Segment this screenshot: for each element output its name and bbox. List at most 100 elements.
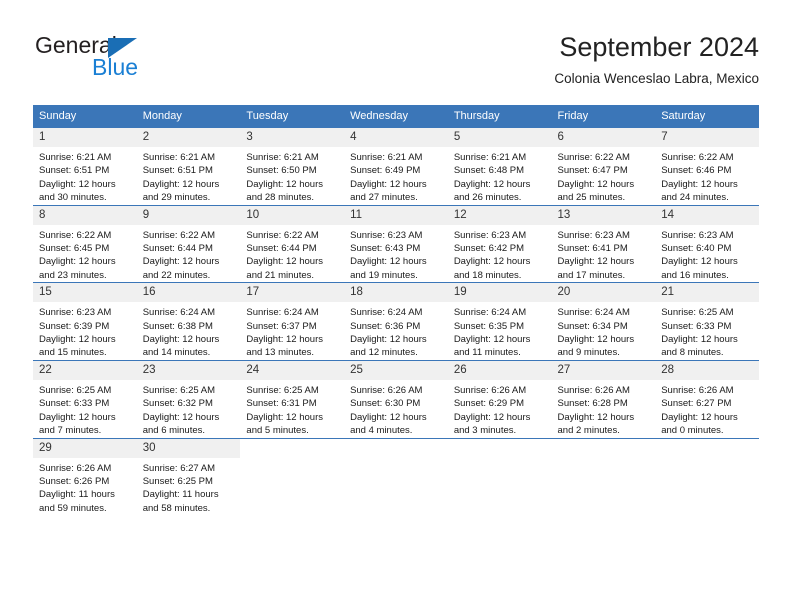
day-details: Sunrise: 6:27 AM Sunset: 6:25 PM Daylight:…: [137, 458, 241, 516]
day-cell[interactable]: 28 Sunrise: 6:26 AM Sunset: 6:27 PM Dayligh…: [655, 359, 759, 438]
sunrise-text: Sunrise: 6:25 AM: [142, 384, 216, 396]
sunset-text: Sunset: 6:51 PM: [39, 165, 110, 177]
daylight-text-line2: and 0 minutes.: [661, 425, 724, 437]
sunrise-text: Sunrise: 6:25 AM: [39, 384, 112, 396]
day-cell[interactable]: 22 Sunrise: 6:25 AM Sunset: 6:33 PM Dayligh…: [33, 359, 137, 438]
day-cell[interactable]: 18 Sunrise: 6:24 AM Sunset: 6:36 PM Dayligh…: [344, 282, 448, 361]
daylight-text-line2: and 13 minutes.: [246, 347, 315, 359]
daylight-text-line1: Daylight: 12 hours: [39, 178, 116, 190]
day-cell[interactable]: 9 Sunrise: 6:22 AM Sunset: 6:44 PM Daylight…: [136, 204, 241, 283]
day-cell[interactable]: 17 Sunrise: 6:24 AM Sunset: 6:37 PM Dayligh…: [240, 282, 345, 361]
day-details: Sunrise: 6:21 AM Sunset: 6:49 PM Daylight:…: [344, 147, 448, 205]
day-cell[interactable]: 1 Sunrise: 6:21 AM Sunset: 6:51 PM Daylight…: [33, 127, 137, 206]
day-cell[interactable]: 11 Sunrise: 6:23 AM Sunset: 6:43 PM Dayligh…: [344, 204, 448, 283]
day-details: Sunrise: 6:26 AM Sunset: 6:29 PM Daylight:…: [448, 380, 552, 438]
daylight-text-line2: and 6 minutes.: [142, 425, 206, 437]
day-details: Sunrise: 6:25 AM Sunset: 6:33 PM Daylight:…: [33, 380, 137, 438]
sunrise-text: Sunrise: 6:26 AM: [350, 384, 423, 396]
day-cell[interactable]: 30 Sunrise: 6:27 AM Sunset: 6:25 PM Dayligh…: [136, 437, 241, 523]
day-cell[interactable]: 15 Sunrise: 6:23 AM Sunset: 6:39 PM Dayligh…: [33, 282, 137, 361]
weekday-header-wednesday: Wednesday: [344, 105, 448, 128]
daylight-text-line2: and 11 minutes.: [453, 347, 521, 359]
day-number: 23: [136, 360, 241, 380]
weekday-header-monday: Monday: [136, 105, 241, 128]
day-cell[interactable]: 5 Sunrise: 6:21 AM Sunset: 6:48 PM Daylight…: [447, 127, 552, 206]
day-cell[interactable]: 2 Sunrise: 6:21 AM Sunset: 6:51 PM Daylight…: [136, 127, 241, 206]
page-title: September 2024: [559, 32, 759, 62]
day-details: Sunrise: 6:23 AM Sunset: 6:41 PM Daylight:…: [552, 225, 656, 283]
day-number: 28: [655, 360, 759, 380]
sunrise-text: Sunrise: 6:26 AM: [453, 384, 527, 396]
sunset-text: Sunset: 6:34 PM: [557, 320, 628, 332]
daylight-text-line1: Daylight: 12 hours: [453, 178, 531, 190]
day-cell[interactable]: 13 Sunrise: 6:23 AM Sunset: 6:41 PM Dayligh…: [551, 204, 656, 283]
day-cell[interactable]: 25 Sunrise: 6:26 AM Sunset: 6:30 PM Dayligh…: [344, 359, 448, 438]
daylight-text-line2: and 9 minutes.: [557, 347, 620, 359]
day-cell[interactable]: 12 Sunrise: 6:23 AM Sunset: 6:42 PM Dayligh…: [447, 204, 552, 283]
title-block: September 2024 Colonia Wenceslao Labra, …: [554, 30, 759, 90]
daylight-text-line1: Daylight: 12 hours: [246, 178, 323, 190]
daylight-text-line2: and 15 minutes.: [39, 347, 107, 359]
sunset-text: Sunset: 6:43 PM: [350, 243, 421, 255]
sunset-text: Sunset: 6:29 PM: [453, 398, 525, 410]
day-details: Sunrise: 6:26 AM Sunset: 6:27 PM Daylight:…: [655, 380, 759, 438]
sunrise-text: Sunrise: 6:26 AM: [661, 384, 734, 396]
day-cell[interactable]: 23 Sunrise: 6:25 AM Sunset: 6:32 PM Dayligh…: [136, 359, 241, 438]
sunset-text: Sunset: 6:40 PM: [661, 243, 732, 255]
day-details: Sunrise: 6:23 AM Sunset: 6:40 PM Daylight:…: [655, 225, 759, 283]
day-cell[interactable]: 8 Sunrise: 6:22 AM Sunset: 6:45 PM Daylight…: [33, 204, 137, 283]
day-details: Sunrise: 6:22 AM Sunset: 6:46 PM Daylight:…: [655, 147, 759, 205]
day-cell[interactable]: 29 Sunrise: 6:26 AM Sunset: 6:26 PM Dayligh…: [33, 437, 137, 523]
sunset-text: Sunset: 6:36 PM: [350, 320, 421, 332]
day-number: [655, 438, 759, 458]
day-cell-empty: [655, 437, 759, 523]
day-details: Sunrise: 6:22 AM Sunset: 6:47 PM Daylight:…: [552, 147, 656, 205]
day-number: 2: [136, 128, 241, 147]
sunrise-text: Sunrise: 6:24 AM: [246, 307, 319, 319]
day-cell[interactable]: 3 Sunrise: 6:21 AM Sunset: 6:50 PM Daylight…: [240, 127, 345, 206]
day-cell[interactable]: 14 Sunrise: 6:23 AM Sunset: 6:40 PM Dayligh…: [655, 204, 759, 283]
daylight-text-line1: Daylight: 12 hours: [557, 334, 635, 346]
day-number: [344, 438, 448, 458]
day-number: 16: [136, 283, 241, 303]
daylight-text-line2: and 19 minutes.: [350, 269, 418, 281]
day-cell[interactable]: 21 Sunrise: 6:25 AM Sunset: 6:33 PM Dayligh…: [655, 282, 759, 361]
day-cell[interactable]: 24 Sunrise: 6:25 AM Sunset: 6:31 PM Dayligh…: [240, 359, 345, 438]
daylight-text-line1: Daylight: 12 hours: [142, 411, 220, 423]
daylight-text-line2: and 23 minutes.: [39, 269, 107, 281]
daylight-text-line1: Daylight: 12 hours: [350, 256, 427, 268]
daylight-text-line1: Daylight: 12 hours: [142, 256, 220, 268]
day-details: Sunrise: 6:22 AM Sunset: 6:44 PM Daylight:…: [137, 225, 241, 283]
daylight-text-line1: Daylight: 12 hours: [661, 411, 738, 423]
sunset-text: Sunset: 6:47 PM: [557, 165, 628, 177]
day-cell[interactable]: 10 Sunrise: 6:22 AM Sunset: 6:44 PM Dayligh…: [240, 204, 345, 283]
daylight-text-line2: and 28 minutes.: [246, 192, 315, 204]
day-cell[interactable]: 7 Sunrise: 6:22 AM Sunset: 6:46 PM Daylight…: [655, 127, 759, 206]
daylight-text-line1: Daylight: 12 hours: [350, 178, 427, 190]
sunrise-text: Sunrise: 6:24 AM: [350, 307, 423, 319]
sunset-text: Sunset: 6:38 PM: [142, 320, 213, 332]
calendar-table: Sunday Monday Tuesday Wednesday Thursday…: [33, 105, 759, 523]
day-cell[interactable]: 6 Sunrise: 6:22 AM Sunset: 6:47 PM Daylight…: [551, 127, 656, 206]
day-cell[interactable]: 20 Sunrise: 6:24 AM Sunset: 6:34 PM Dayligh…: [551, 282, 656, 361]
day-details: Sunrise: 6:24 AM Sunset: 6:35 PM Daylight:…: [448, 302, 552, 360]
day-details: Sunrise: 6:26 AM Sunset: 6:30 PM Daylight:…: [344, 380, 448, 438]
day-cell-empty: [344, 437, 448, 523]
daylight-text-line1: Daylight: 12 hours: [39, 411, 116, 423]
day-cell[interactable]: 16 Sunrise: 6:24 AM Sunset: 6:38 PM Dayligh…: [136, 282, 241, 361]
day-details: Sunrise: 6:26 AM Sunset: 6:26 PM Daylight:…: [33, 458, 137, 516]
sunrise-text: Sunrise: 6:22 AM: [246, 229, 319, 241]
generalblue-logo[interactable]: General Blue: [33, 30, 263, 90]
sunrise-text: Sunrise: 6:22 AM: [661, 152, 734, 163]
day-cell[interactable]: 27 Sunrise: 6:26 AM Sunset: 6:28 PM Dayligh…: [551, 359, 656, 438]
sunrise-text: Sunrise: 6:21 AM: [350, 152, 423, 163]
sunrise-text: Sunrise: 6:21 AM: [142, 152, 216, 163]
day-cell[interactable]: 4 Sunrise: 6:21 AM Sunset: 6:49 PM Daylight…: [344, 127, 448, 206]
day-cell[interactable]: 26 Sunrise: 6:26 AM Sunset: 6:29 PM Dayligh…: [447, 359, 552, 438]
day-number: 19: [447, 283, 552, 303]
day-cell[interactable]: 19 Sunrise: 6:24 AM Sunset: 6:35 PM Dayligh…: [447, 282, 552, 361]
sunrise-text: Sunrise: 6:22 AM: [39, 229, 112, 241]
sunset-text: Sunset: 6:30 PM: [350, 398, 421, 410]
daylight-text-line1: Daylight: 12 hours: [350, 411, 427, 423]
sunrise-text: Sunrise: 6:25 AM: [661, 307, 734, 319]
